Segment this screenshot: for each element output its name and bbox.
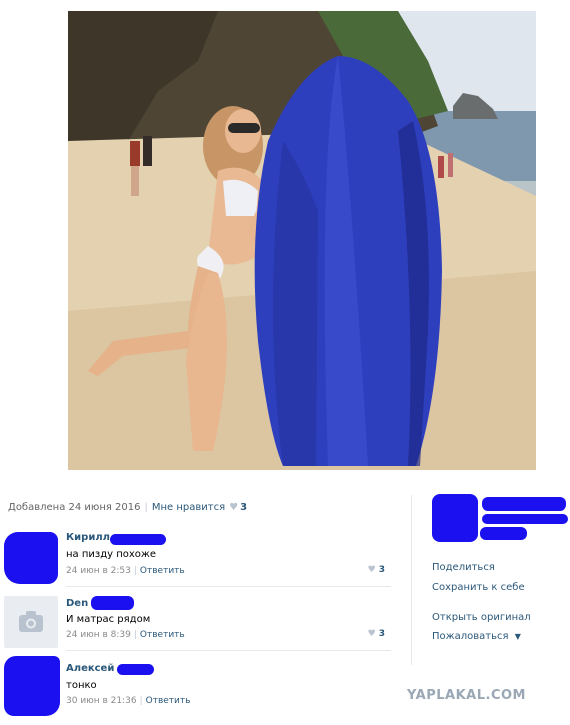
comment-text: на пизду похоже — [66, 549, 157, 560]
censor-scribble — [4, 656, 60, 716]
like-button[interactable]: Мне нравится — [152, 502, 225, 513]
reply-link[interactable]: Ответить — [146, 696, 191, 706]
censor-scribble — [4, 532, 58, 584]
censor-scribble — [482, 514, 568, 524]
like-count[interactable]: 3 — [240, 502, 247, 513]
comment-author[interactable]: Den — [66, 598, 88, 609]
comment-info: 30 июн в 21:36 | Ответить — [66, 696, 191, 706]
meta-separator: | — [144, 502, 148, 513]
avatar[interactable] — [4, 596, 58, 648]
comment-text: тонко — [66, 680, 97, 691]
censor-scribble — [482, 497, 566, 511]
heart-icon[interactable]: ♥ — [368, 629, 376, 639]
watermark: YAPLAKAL.COM — [407, 688, 526, 703]
report-label: Пожаловаться — [432, 631, 509, 642]
post-meta: Добавлена 24 июня 2016 | Мне нравится ♥ 3 — [8, 502, 247, 513]
comment-author[interactable]: Кирилл — [66, 532, 110, 543]
comment-like-count: 3 — [378, 565, 385, 575]
avatar[interactable] — [4, 532, 58, 584]
comment-text: И матрас рядом — [66, 614, 151, 625]
comment-divider — [66, 650, 391, 651]
camera-icon — [19, 611, 43, 632]
censor-scribble — [110, 534, 166, 545]
heart-icon[interactable]: ♥ — [229, 502, 238, 513]
comment-time[interactable]: 24 июн в 2:53 — [66, 566, 131, 576]
open-original-link[interactable]: Открыть оригинал — [432, 612, 531, 623]
censor-scribble — [432, 494, 478, 542]
heart-icon[interactable]: ♥ — [368, 565, 376, 575]
comment-info: 24 июн в 8:39 | Ответить — [66, 630, 185, 640]
comment-likes[interactable]: ♥ 3 — [368, 565, 385, 575]
comment-likes[interactable]: ♥ 3 — [368, 629, 385, 639]
censor-scribble — [91, 596, 134, 610]
report-link[interactable]: Пожаловаться ▼ — [432, 631, 521, 642]
comment-divider — [66, 586, 391, 587]
comment-item: Алексей тонко 30 июн в 21:36 | Ответить — [0, 656, 395, 718]
comment-item: Den И матрас рядом 24 июн в 8:39 | Ответит… — [0, 592, 395, 652]
comment-time[interactable]: 24 июн в 8:39 — [66, 630, 131, 640]
comment-item: Кирилл на пизду похоже 24 июн в 2:53 | Отв… — [0, 528, 395, 588]
chevron-down-icon: ▼ — [514, 632, 521, 641]
sidebar-divider — [411, 495, 412, 665]
censor-scribble — [480, 527, 527, 540]
comment-time[interactable]: 30 июн в 21:36 — [66, 696, 137, 706]
censor-scribble — [117, 664, 154, 675]
reply-link[interactable]: Ответить — [140, 566, 185, 576]
comment-info: 24 июн в 2:53 | Ответить — [66, 566, 185, 576]
comment-like-count: 3 — [378, 629, 385, 639]
save-link[interactable]: Сохранить к себе — [432, 582, 525, 593]
share-link[interactable]: Поделиться — [432, 562, 495, 573]
photo-illustration — [68, 11, 536, 470]
avatar[interactable] — [4, 656, 60, 716]
reply-link[interactable]: Ответить — [140, 630, 185, 640]
post-photo[interactable] — [68, 11, 536, 470]
added-date: Добавлена 24 июня 2016 — [8, 502, 141, 513]
comment-author[interactable]: Алексей — [66, 663, 114, 674]
